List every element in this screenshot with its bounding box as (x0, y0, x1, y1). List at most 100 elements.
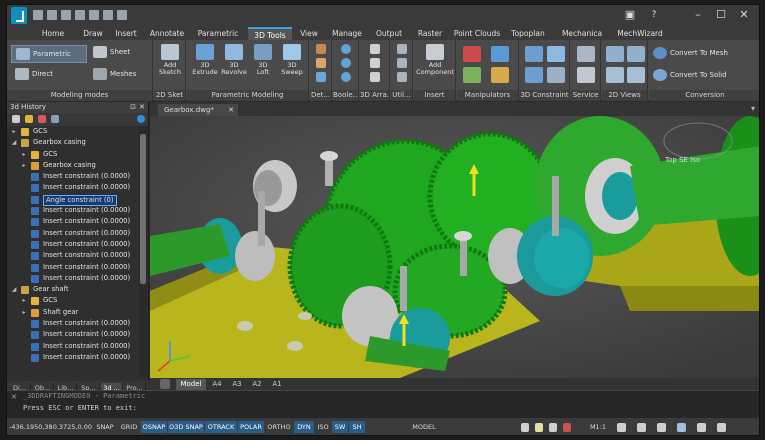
pin-icon[interactable]: ⊡ (130, 102, 136, 113)
tab-topoplan[interactable]: Topoplan (507, 27, 549, 40)
view-button[interactable] (605, 46, 625, 64)
help-icon[interactable]: ? (643, 8, 665, 22)
tree-item[interactable]: Insert constraint (0.0000) (7, 250, 139, 261)
toggle-dyn[interactable]: DYN (294, 421, 314, 433)
expand-arrow-icon[interactable]: ◢ (11, 137, 17, 148)
utility-icon[interactable] (397, 72, 407, 82)
monitor-icon[interactable] (677, 423, 686, 432)
3d-viewport[interactable]: Top SE Iso (150, 116, 759, 378)
detail-icon[interactable] (316, 58, 326, 68)
layout-menu-icon[interactable] (160, 379, 170, 389)
tab-parametric[interactable]: Parametric (195, 27, 241, 40)
tree-item[interactable]: ◢ Gear shaft (7, 284, 139, 295)
array-icon[interactable] (370, 44, 380, 54)
constraint-button[interactable] (546, 67, 566, 85)
tree-item[interactable]: Insert constraint (0.0000) (7, 352, 139, 363)
tree-item[interactable]: ▸ GCS (7, 149, 139, 160)
sheet-mode-button[interactable]: Sheet (93, 46, 130, 58)
view-button[interactable] (605, 67, 625, 85)
convert-to-mesh-button[interactable]: Convert To Mesh (653, 47, 728, 59)
toggle-sw[interactable]: SW (332, 421, 348, 433)
constraint-button[interactable] (524, 46, 544, 64)
maximize-button[interactable]: ☐ (710, 8, 732, 22)
close-button[interactable]: ✕ (733, 8, 755, 22)
window-menu-icon[interactable]: ▣ (619, 8, 641, 22)
tree-item[interactable]: Insert constraint (0.0000) (7, 171, 139, 182)
convert-to-solid-button[interactable]: Convert To Solid (653, 69, 727, 81)
expand-arrow-icon[interactable]: ▸ (21, 295, 27, 306)
annotation-scale[interactable]: M1:1 (587, 421, 609, 433)
manipulator-button[interactable] (489, 67, 511, 85)
manipulator-button[interactable] (489, 46, 511, 64)
direct-mode-button[interactable]: Direct (15, 68, 53, 80)
tree-item[interactable]: Insert constraint (0.0000) (7, 273, 139, 284)
layout-tab-model[interactable]: Model (176, 379, 206, 390)
subtract-icon[interactable] (341, 58, 351, 68)
tree-item[interactable]: Insert constraint (0.0000) (7, 182, 139, 193)
tree-item[interactable]: Insert constraint (0.0000) (7, 239, 139, 250)
tab-draw[interactable]: Draw (79, 27, 107, 40)
expand-arrow-icon[interactable]: ▸ (11, 126, 17, 137)
lightbulb-icon[interactable] (535, 423, 543, 432)
document-tab[interactable]: Gearbox.dwg* ✕ (158, 104, 238, 116)
constraint-button[interactable] (546, 46, 566, 64)
workspace-icon[interactable] (637, 423, 646, 432)
tree-item[interactable]: ▸ GCS (7, 126, 139, 137)
tree-item[interactable]: ▸ Shaft gear (7, 307, 139, 318)
parametric-mode-button[interactable]: Parametric (11, 45, 87, 63)
constraint-button[interactable] (524, 67, 544, 85)
tab-mechwizard[interactable]: MechWizard (613, 27, 667, 40)
toggle-iso[interactable]: ISO (315, 421, 331, 433)
tab-point-clouds[interactable]: Point Clouds (453, 27, 501, 40)
annotation-icon[interactable] (617, 423, 626, 432)
expand-arrow-icon[interactable]: ▸ (21, 307, 27, 318)
service-button[interactable] (576, 46, 596, 64)
lock-icon[interactable] (521, 423, 529, 432)
add-component-button[interactable]: Add Component (416, 44, 454, 76)
tab-mechanica[interactable]: Mechanica (559, 27, 605, 40)
save-icon[interactable] (61, 10, 71, 20)
tree-item[interactable]: Insert constraint (0.0000) (7, 262, 139, 273)
scrollbar-thumb[interactable] (140, 134, 146, 284)
toggle-snap[interactable]: SNAP (93, 421, 117, 433)
tab-home[interactable]: Home (37, 27, 69, 40)
tab-list-icon[interactable]: ▾ (751, 104, 755, 113)
tree-item[interactable]: ◢ Gearbox casing (7, 137, 139, 148)
button-3d-revolve[interactable]: 3D Revolve (220, 44, 248, 76)
tree-item[interactable]: Insert constraint (0.0000) (7, 329, 139, 340)
button-3d-loft[interactable]: 3D Loft (249, 44, 277, 76)
redo-icon[interactable] (103, 10, 113, 20)
group-label[interactable]: Manipulators (457, 90, 518, 101)
tab-manage[interactable]: Manage (329, 27, 365, 40)
tab-output[interactable]: Output (372, 27, 406, 40)
tab-annotate[interactable]: Annotate (147, 27, 187, 40)
tree-item[interactable]: Insert constraint (0.0000) (7, 216, 139, 227)
layout-tab-a4[interactable]: A4 (208, 379, 226, 390)
layout-tab-a2[interactable]: A2 (248, 379, 266, 390)
toggle-ortho[interactable]: ORTHO (265, 421, 293, 433)
layout-tab-a3[interactable]: A3 (228, 379, 246, 390)
expand-arrow-icon[interactable]: ◢ (11, 284, 17, 295)
toggle-polar[interactable]: POLAR (238, 421, 264, 433)
tab-view[interactable]: View (298, 27, 320, 40)
layers-icon[interactable] (549, 423, 557, 432)
help-icon[interactable] (137, 115, 145, 123)
command-line[interactable]: _3DDRAFTINGMODE0 - Parametric Press ESC … (7, 390, 759, 418)
utility-icon[interactable] (397, 58, 407, 68)
save-as-icon[interactable] (75, 10, 85, 20)
toggle-grid[interactable]: GRID (118, 421, 140, 433)
open-icon[interactable] (47, 10, 57, 20)
expand-arrow-icon[interactable]: ▸ (21, 149, 27, 160)
meshes-mode-button[interactable]: Meshes (93, 68, 136, 80)
close-tab-icon[interactable]: ✕ (228, 104, 234, 116)
detail-icon[interactable] (316, 72, 326, 82)
intersect-icon[interactable] (341, 72, 351, 82)
close-panel-icon[interactable]: ✕ (139, 102, 145, 113)
tree-item-selected[interactable]: Angle constraint (0) (7, 194, 139, 206)
view-button[interactable] (626, 67, 646, 85)
tab-3d-tools[interactable]: 3D Tools (248, 27, 292, 40)
tree-item[interactable]: ▸ GCS (7, 295, 139, 306)
delete-icon[interactable] (38, 115, 46, 123)
tab-insert[interactable]: Insert (113, 27, 139, 40)
tree-item[interactable]: Insert constraint (0.0000) (7, 228, 139, 239)
